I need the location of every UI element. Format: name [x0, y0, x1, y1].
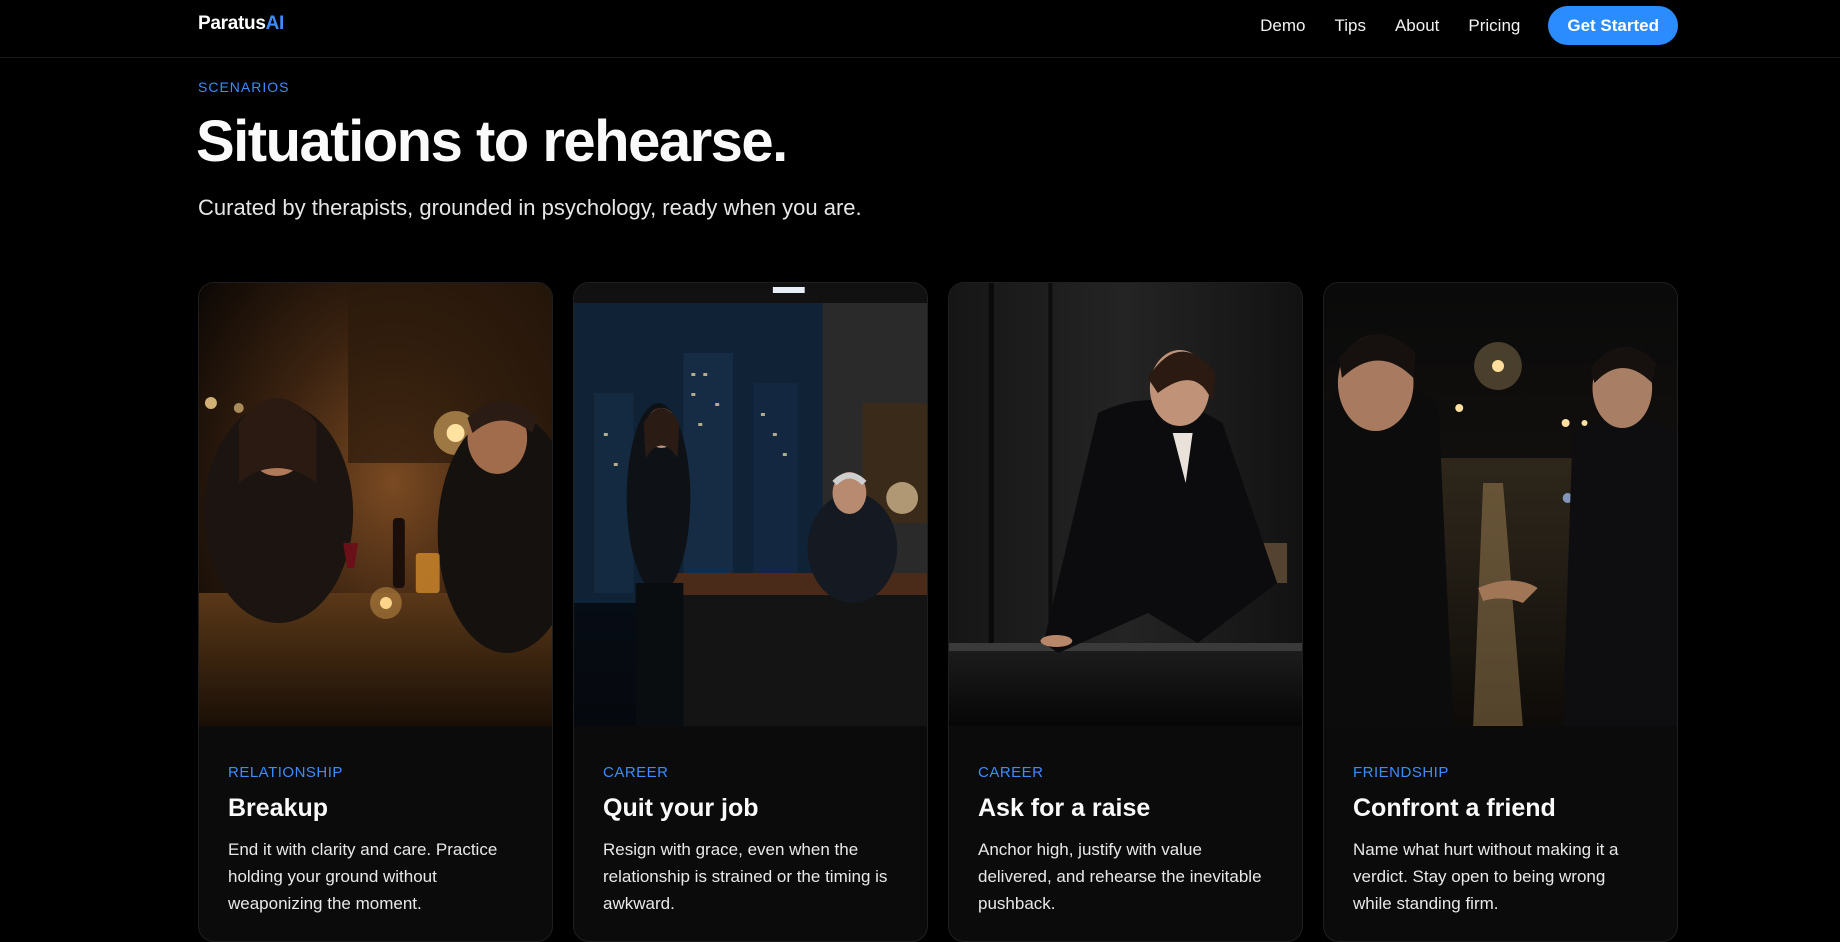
scenario-card-ask-raise[interactable]: CAREER Ask for a raise Anchor high, just… — [948, 282, 1303, 942]
scenario-card-confront-friend[interactable]: FRIENDSHIP Confront a friend Name what h… — [1323, 282, 1678, 942]
nav-links: Demo Tips About Pricing Get Started — [1260, 6, 1678, 45]
card-category: CAREER — [603, 764, 669, 781]
card-category: CAREER — [978, 764, 1044, 781]
logo[interactable]: ParatusAI — [198, 13, 284, 35]
nav-link-demo[interactable]: Demo — [1260, 16, 1305, 36]
scenario-card-quit-job[interactable]: CAREER Quit your job Resign with grace, … — [573, 282, 928, 942]
card-description: Resign with grace, even when the relatio… — [603, 840, 888, 913]
top-nav: ParatusAI Demo Tips About Pricing Get St… — [0, 0, 1840, 58]
page-subtitle: Curated by therapists, grounded in psych… — [198, 195, 862, 220]
office-at-night-photo — [574, 283, 927, 726]
card-title: Quit your job — [603, 794, 759, 822]
section-eyebrow: SCENARIOS — [198, 79, 290, 95]
nav-link-tips[interactable]: Tips — [1334, 16, 1366, 36]
card-description: End it with clarity and care. Practice h… — [228, 840, 498, 913]
card-category: RELATIONSHIP — [228, 764, 343, 781]
two-men-street-night-photo — [1324, 283, 1677, 726]
nav-link-pricing[interactable]: Pricing — [1468, 16, 1520, 36]
card-title: Confront a friend — [1353, 794, 1556, 822]
card-title: Ask for a raise — [978, 794, 1151, 822]
scenario-cards: RELATIONSHIP Breakup End it with clarity… — [198, 282, 1678, 942]
card-category: FRIENDSHIP — [1353, 764, 1449, 781]
card-description: Anchor high, justify with value delivere… — [978, 840, 1262, 913]
card-title: Breakup — [228, 794, 329, 822]
scenario-card-breakup[interactable]: RELATIONSHIP Breakup End it with clarity… — [198, 282, 553, 942]
card-description: Name what hurt without making it a verdi… — [1353, 840, 1619, 913]
logo-text: Paratus — [198, 13, 266, 34]
couple-at-bar-table-photo — [199, 283, 552, 726]
woman-leaning-on-desk-photo — [949, 283, 1302, 726]
get-started-button[interactable]: Get Started — [1548, 6, 1678, 45]
logo-accent: AI — [265, 13, 285, 34]
page-title: Situations to rehearse. — [196, 109, 788, 174]
nav-link-about[interactable]: About — [1395, 16, 1439, 36]
